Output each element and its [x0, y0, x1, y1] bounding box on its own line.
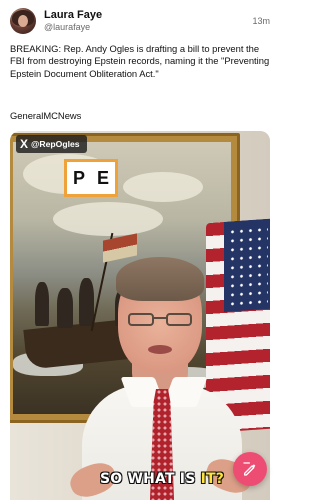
caption-highlight: IT?	[200, 471, 225, 487]
video-watermark: X @RepOgles	[16, 135, 87, 153]
sign-letter-e: E	[97, 167, 110, 188]
avatar[interactable]	[10, 8, 36, 34]
watermark-handle: @RepOgles	[31, 139, 80, 149]
pe-sign: P E	[64, 159, 118, 197]
compose-icon	[243, 462, 256, 476]
author-name[interactable]: Laura Faye	[44, 9, 102, 21]
glasses	[128, 313, 192, 327]
post-timestamp: 13m	[252, 16, 270, 26]
video-caption: SO WHAT IS IT?	[100, 471, 224, 487]
post-body: BREAKING: Rep. Andy Ogles is drafting a …	[10, 43, 270, 79]
sign-letter-p: P	[72, 167, 85, 188]
painting-flag	[103, 233, 137, 263]
compose-button[interactable]	[233, 452, 267, 486]
x-logo-icon: X	[20, 137, 29, 151]
post-header: Laura Faye @laurafaye 13m	[10, 8, 270, 38]
speaker	[66, 257, 256, 500]
video-media[interactable]: X @RepOgles P E SO WHAT IS IT?	[10, 131, 270, 500]
author-handle[interactable]: @laurafaye	[44, 22, 90, 32]
post-source: GeneralMCNews	[10, 110, 82, 121]
caption-prefix: SO WHAT IS	[100, 471, 201, 487]
